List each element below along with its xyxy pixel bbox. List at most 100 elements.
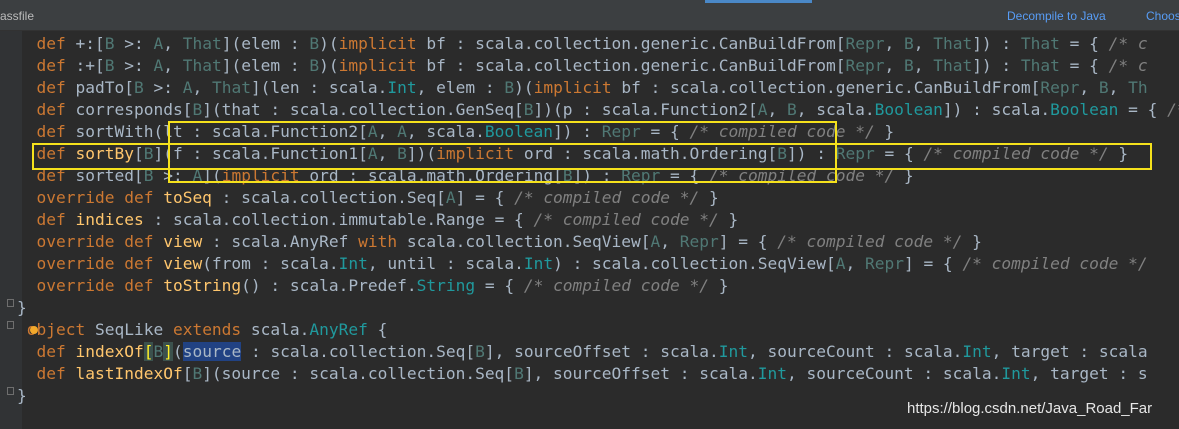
code-token: ])( <box>406 144 437 163</box>
code-token: ]) : <box>553 122 602 141</box>
code-token: B <box>562 166 573 185</box>
code-token: ]) : <box>972 34 1021 53</box>
code-token: B <box>523 100 534 119</box>
code-token: () : scala.Predef. <box>241 276 417 295</box>
code-token: override def <box>36 188 164 207</box>
code-token: [ <box>143 342 154 361</box>
code-line-sortby[interactable]: def sortBy[B](f : scala.Function1[A, B])… <box>17 143 1129 165</box>
code-token: with <box>358 232 407 251</box>
choose-sources-link[interactable]: Choos <box>1146 9 1179 23</box>
code-token: ord : scala.math.Ordering[ <box>523 144 778 163</box>
code-token: Int <box>1001 364 1031 383</box>
code-token: = { <box>1059 56 1109 75</box>
code-token: [ <box>133 144 144 163</box>
code-line-indexof[interactable]: def indexOf[B](source : scala.collection… <box>17 341 1148 363</box>
code-token: /* c <box>1108 34 1148 53</box>
code-token: Boolean <box>1050 100 1119 119</box>
code-token: } <box>17 386 27 405</box>
code-token: def <box>36 56 76 75</box>
editor-header-bar: assfile Decompile to Java Choos <box>0 0 1179 31</box>
code-token: , <box>1108 78 1129 97</box>
code-line-view-from-until[interactable]: override def view(from : scala.Int, unti… <box>17 253 1148 275</box>
code-token: /* compiled code */ <box>533 210 719 229</box>
code-line-sortwith[interactable]: def sortWith(lt : scala.Function2[A, A, … <box>17 121 895 143</box>
code-line-plus-colon[interactable]: def +:[B >: A, That](elem : B)(implicit … <box>17 33 1148 55</box>
code-token: def <box>36 210 76 229</box>
code-token: Repr <box>864 254 904 273</box>
code-line-close-brace-2[interactable]: } <box>17 385 27 407</box>
bulb-icon[interactable] <box>30 326 38 334</box>
code-line-colon-plus[interactable]: def :+[B >: A, That](elem : B)(implicit … <box>17 55 1148 77</box>
code-token: B <box>514 364 524 383</box>
code-line-padto[interactable]: def padTo[B >: A, That](len : scala.Int,… <box>17 77 1148 99</box>
code-line-indices[interactable]: def indices : scala.collection.immutable… <box>17 209 739 231</box>
code-line-close-brace-1[interactable]: } <box>17 297 27 319</box>
code-token: = { <box>660 166 710 185</box>
code-token: corresponds[ <box>75 100 193 119</box>
code-token: def <box>36 122 76 141</box>
code-token: bf : scala.collection.generic.CanBuildFr… <box>621 78 1041 97</box>
code-line-toseq[interactable]: override def toSeq : scala.collection.Se… <box>17 187 719 209</box>
decompile-to-java-link[interactable]: Decompile to Java <box>1007 9 1106 23</box>
code-token: SeqLike <box>94 320 173 339</box>
code-line-corresponds[interactable]: def corresponds[ B](that : scala.collecti… <box>17 99 1179 121</box>
code-token: ], sourceOffset : scala. <box>523 364 758 383</box>
code-token: /* compiled code */ <box>777 232 963 251</box>
code-token: def <box>36 364 76 383</box>
code-token: override def <box>36 232 164 251</box>
code-token: def <box>36 342 76 361</box>
code-line-tostring[interactable]: override def toString() : scala.Predef.S… <box>17 275 729 297</box>
code-token: def <box>36 100 76 119</box>
code-token: override def <box>36 254 164 273</box>
code-token: Repr <box>1040 78 1080 97</box>
code-token: , <box>767 100 787 119</box>
code-token: ] <box>163 342 173 361</box>
code-editor[interactable]: def +:[B >: A, That](elem : B)(implicit … <box>0 31 1179 429</box>
code-token: , target : s <box>1030 364 1148 383</box>
code-token: { <box>367 320 388 339</box>
code-token: implicit <box>338 56 427 75</box>
code-token: Repr <box>845 56 885 75</box>
code-line-lastindexof[interactable]: def lastIndexOf[B](source : scala.collec… <box>17 363 1148 385</box>
code-token: /* c <box>1108 56 1148 75</box>
code-token: ]) : <box>572 166 622 185</box>
code-token: } <box>718 210 739 229</box>
code-token: ]) : <box>972 56 1021 75</box>
code-token: Repr <box>679 232 719 251</box>
code-token: B <box>504 78 515 97</box>
code-token: ) : scala.collection.SeqView[ <box>553 254 836 273</box>
code-token: ](elem : <box>221 34 310 53</box>
code-token: } <box>17 298 27 317</box>
code-line-view[interactable]: override def view : scala.AnyRef with sc… <box>17 231 982 253</box>
code-line-sorted[interactable]: def sorted[B >: A](implicit ord : scala.… <box>17 165 914 187</box>
active-tab-indicator <box>705 0 812 3</box>
code-token: B <box>903 56 914 75</box>
code-token: indexOf <box>75 342 144 361</box>
code-token: That <box>1020 34 1060 53</box>
code-line-object-seqlike[interactable]: object SeqLike extends scala.AnyRef { <box>17 319 388 341</box>
code-token: def <box>36 166 76 185</box>
code-token: source <box>182 342 242 361</box>
code-token: indices <box>75 210 144 229</box>
code-token: ](that : scala.collection.GenSeq[ <box>202 100 524 119</box>
code-token: Int <box>757 364 787 383</box>
code-token: ( <box>172 342 183 361</box>
code-token: ](f : scala.Function1[ <box>153 144 368 163</box>
code-token: : scala.AnyRef <box>202 232 359 251</box>
code-token: That <box>182 56 222 75</box>
code-token: Int <box>523 254 554 273</box>
code-token: , target : scala <box>991 342 1148 361</box>
code-token: , sourceCount : scala. <box>748 342 963 361</box>
code-token: toSeq <box>163 188 212 207</box>
code-token: implicit <box>533 78 622 97</box>
code-token: scala.collection.SeqView[ <box>406 232 651 251</box>
code-token: That <box>1020 56 1060 75</box>
